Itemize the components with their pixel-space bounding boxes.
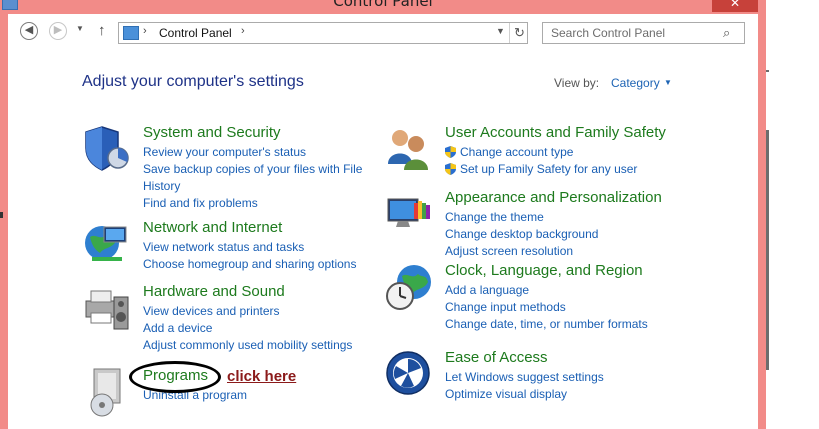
divider [0,212,3,218]
chevron-down-icon[interactable]: ▼ [664,78,672,87]
category-title[interactable]: Clock, Language, and Region [445,262,643,279]
recent-locations-icon[interactable]: ▼ [76,24,84,33]
forward-button[interactable]: ▶ [49,22,67,40]
link-mobility-settings[interactable]: Adjust commonly used mobility settings [143,337,352,354]
link-save-backup-history[interactable]: History [143,178,362,195]
link-change-desktop-background[interactable]: Change desktop background [445,226,598,243]
highlight-oval [129,361,221,393]
divider [766,70,769,72]
close-button[interactable]: ✕ [712,0,758,12]
back-button[interactable]: ◀ [20,22,38,40]
link-change-input-methods[interactable]: Change input methods [445,299,648,316]
category-title[interactable]: Hardware and Sound [143,283,285,300]
link-save-backup[interactable]: Save backup copies of your files with Fi… [143,161,362,178]
control-panel-window: Control Panel ✕ ◀ ▶ ▼ ↑ › Control Panel … [0,0,766,429]
users-icon [388,130,428,170]
link-family-safety[interactable]: Set up Family Safety for any user [445,161,637,178]
divider [766,130,769,370]
search-box[interactable]: Search Control Panel ⌕ [542,22,745,44]
address-dropdown-icon[interactable]: ▼ [496,26,505,36]
search-placeholder: Search Control Panel [551,26,666,40]
monitor-palette-icon [387,198,430,227]
client-area: ◀ ▶ ▼ ↑ › Control Panel › ▼ ↻ Search Con… [8,14,758,429]
refresh-button[interactable]: ↻ [509,23,529,43]
address-bar[interactable]: › Control Panel › ▼ ↻ [118,22,528,44]
link-view-network-status[interactable]: View network status and tasks [143,239,356,256]
link-find-fix-problems[interactable]: Find and fix problems [143,195,362,212]
link-optimize-visual-display[interactable]: Optimize visual display [445,386,604,403]
title-bar[interactable]: Control Panel ✕ [0,0,766,14]
network-globe-icon [85,226,127,261]
link-adjust-resolution[interactable]: Adjust screen resolution [445,243,598,260]
link-change-account-type[interactable]: Change account type [445,144,637,161]
shield-icon [85,126,129,171]
window-title: Control Panel [333,0,433,10]
link-change-theme[interactable]: Change the theme [445,209,598,226]
printer-speaker-icon [85,290,129,330]
category-title[interactable]: User Accounts and Family Safety [445,124,666,141]
link-homegroup-sharing[interactable]: Choose homegroup and sharing options [143,256,356,273]
category-title[interactable]: Ease of Access [445,349,548,366]
uac-shield-icon [445,146,456,158]
background-strip [766,0,819,429]
uac-shield-icon [445,163,456,175]
search-icon[interactable]: ⌕ [723,25,730,41]
control-panel-icon [123,26,139,40]
view-by-label: View by: [554,76,600,90]
category-title[interactable]: Appearance and Personalization [445,189,662,206]
click-here-annotation: click here [227,368,297,385]
link-windows-suggest-settings[interactable]: Let Windows suggest settings [445,369,604,386]
breadcrumb-control-panel[interactable]: Control Panel [159,26,232,40]
link-review-status[interactable]: Review your computer's status [143,144,362,161]
breadcrumb-separator[interactable]: › [241,25,245,37]
ease-of-access-icon [386,351,430,395]
up-button[interactable]: ↑ [98,22,106,39]
clock-globe-icon [386,265,431,310]
navigation-bar: ◀ ▶ ▼ ↑ › Control Panel › ▼ ↻ Search Con… [8,14,758,48]
link-add-device[interactable]: Add a device [143,320,352,337]
link-change-date-time-formats[interactable]: Change date, time, or number formats [445,316,648,333]
page-title: Adjust your computer's settings [82,73,304,90]
category-title[interactable]: Network and Internet [143,219,282,236]
link-view-devices-printers[interactable]: View devices and printers [143,303,352,320]
link-label[interactable]: Set up Family Safety for any user [460,162,637,176]
view-by-dropdown[interactable]: Category [611,76,660,90]
link-add-language[interactable]: Add a language [445,282,648,299]
category-title[interactable]: System and Security [143,124,281,141]
breadcrumb-separator[interactable]: › [143,25,147,37]
programs-icon [90,368,121,417]
link-label[interactable]: Change account type [460,145,573,159]
